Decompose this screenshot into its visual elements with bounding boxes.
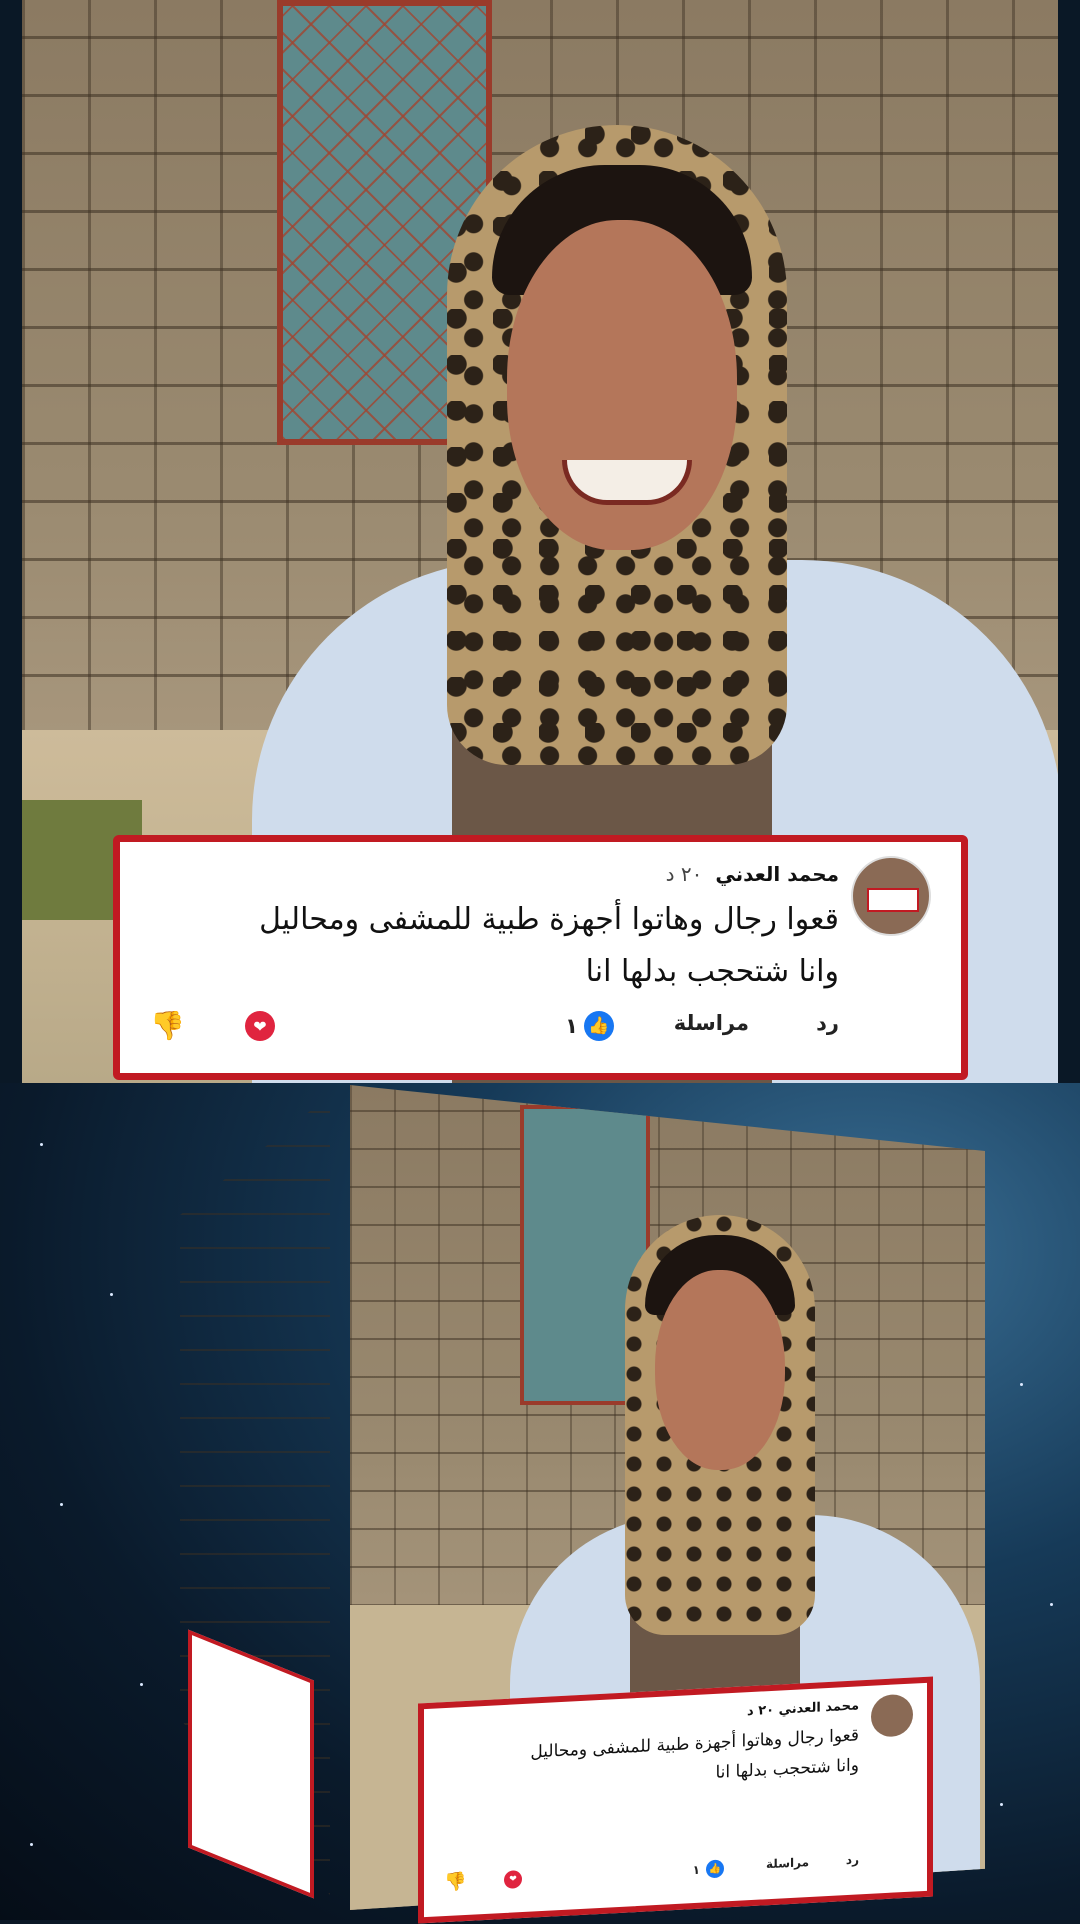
comment-line-1: قعوا رجال وهاتوا أجهزة طبية للمشفى ومحال…: [259, 902, 839, 937]
avatar-small: [871, 1693, 913, 1738]
comment-author-small: محمد العدني: [778, 1698, 859, 1718]
message-button-small: مراسلة: [766, 1855, 809, 1872]
like-count: ١: [565, 1014, 578, 1038]
comment-card: محمد العدني ٢٠ د قعوا رجال وهاتوا أجهزة …: [113, 835, 968, 1080]
comment-actions: رد مراسلة 👍 ١ ❤ 👎: [150, 1009, 839, 1051]
avatar[interactable]: [851, 856, 931, 936]
like-reaction-small: 👍 ١: [693, 1859, 724, 1879]
heart-icon[interactable]: ❤: [245, 1011, 275, 1041]
comment-line-2: وانا شتحجب بدلها انا: [585, 954, 839, 989]
comment-time-small: ٢٠ د: [747, 1702, 775, 1720]
thumbs-down-icon: 👎: [444, 1870, 467, 1894]
comment-actions-small: رد مراسلة 👍 ١ ❤ 👎: [444, 1852, 859, 1900]
like-reaction[interactable]: 👍 ١: [565, 1011, 614, 1041]
cube-left-face: [180, 1095, 330, 1899]
comment-header-small: محمد العدني ٢٠ د: [747, 1698, 859, 1719]
reply-button-small: رد: [845, 1852, 859, 1868]
reply-button[interactable]: رد: [816, 1011, 839, 1035]
message-button[interactable]: مراسلة: [674, 1011, 749, 1035]
comment-header: محمد العدني ٢٠ د: [666, 862, 839, 886]
face-small: [655, 1270, 785, 1470]
thumbs-down-icon[interactable]: 👎: [150, 1009, 185, 1042]
comment-card-small: محمد العدني ٢٠ د قعوا رجال وهاتوا أجهزة …: [418, 1676, 933, 1924]
comment-text-small: قعوا رجال وهاتوا أجهزة طبية للمشفى ومحال…: [444, 1720, 859, 1802]
heart-icon: ❤: [504, 1870, 522, 1889]
thumbs-up-icon: 👍: [706, 1859, 724, 1879]
comment-time: ٢٠ د: [665, 862, 703, 886]
comment-author[interactable]: محمد العدني: [715, 862, 839, 886]
comment-text: قعوا رجال وهاتوا أجهزة طبية للمشفى ومحال…: [150, 894, 839, 998]
like-count-small: ١: [692, 1862, 700, 1878]
thumbs-up-icon: 👍: [584, 1011, 614, 1041]
